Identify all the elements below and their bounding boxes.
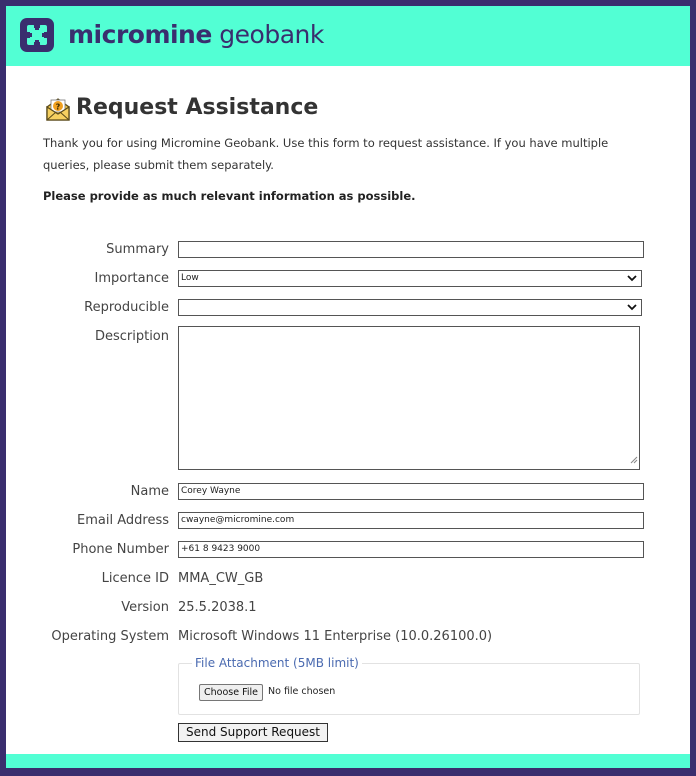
summary-input[interactable] xyxy=(178,241,644,258)
email-label: Email Address xyxy=(77,513,169,528)
version-value: 25.5.2038.1 xyxy=(178,600,257,615)
reproducible-label: Reproducible xyxy=(84,300,169,315)
name-label: Name xyxy=(130,484,169,499)
intro-text: Thank you for using Micromine Geobank. U… xyxy=(43,136,609,172)
footer-bar xyxy=(6,754,690,768)
micromine-logo-icon xyxy=(20,18,54,52)
version-label: Version xyxy=(121,600,169,615)
importance-label: Importance xyxy=(94,271,170,286)
choose-file-button[interactable]: Choose File xyxy=(199,684,263,701)
phone-label: Phone Number xyxy=(72,542,169,557)
licence-label: Licence ID xyxy=(101,571,169,586)
file-status-text: No file chosen xyxy=(268,686,336,697)
brand-name: micromine geobank xyxy=(68,18,324,52)
description-textarea[interactable] xyxy=(178,326,640,470)
file-attachment-legend: File Attachment (5MB limit) xyxy=(192,656,362,670)
brand-name-bold: micromine xyxy=(68,20,212,49)
page-title: Request Assistance xyxy=(76,95,319,120)
os-label: Operating System xyxy=(51,629,169,644)
svg-text:?: ? xyxy=(56,103,61,112)
description-label: Description xyxy=(94,329,169,344)
importance-select[interactable]: Low xyxy=(178,270,642,287)
brand-name-light: geobank xyxy=(211,20,324,49)
send-support-request-button[interactable]: Send Support Request xyxy=(178,723,328,742)
summary-label: Summary xyxy=(106,242,169,257)
chevron-down-icon xyxy=(627,300,637,315)
instruction-text: Please provide as much relevant informat… xyxy=(43,189,416,203)
reproducible-select[interactable] xyxy=(178,299,642,316)
email-input[interactable]: cwayne@micromine.com xyxy=(178,512,644,529)
chevron-down-icon xyxy=(627,271,637,286)
name-input[interactable]: Corey Wayne xyxy=(178,483,644,500)
importance-value: Low xyxy=(181,273,199,283)
resize-grip-icon[interactable] xyxy=(629,449,638,468)
phone-input[interactable]: +61 8 9423 9000 xyxy=(178,541,644,558)
help-envelope-icon: ? xyxy=(44,96,72,126)
licence-value: MMA_CW_GB xyxy=(178,571,264,586)
header-bar: micromine geobank xyxy=(6,6,690,66)
app-window: micromine geobank ? Request Assistance T… xyxy=(6,6,690,768)
os-value: Microsoft Windows 11 Enterprise (10.0.26… xyxy=(178,629,493,644)
